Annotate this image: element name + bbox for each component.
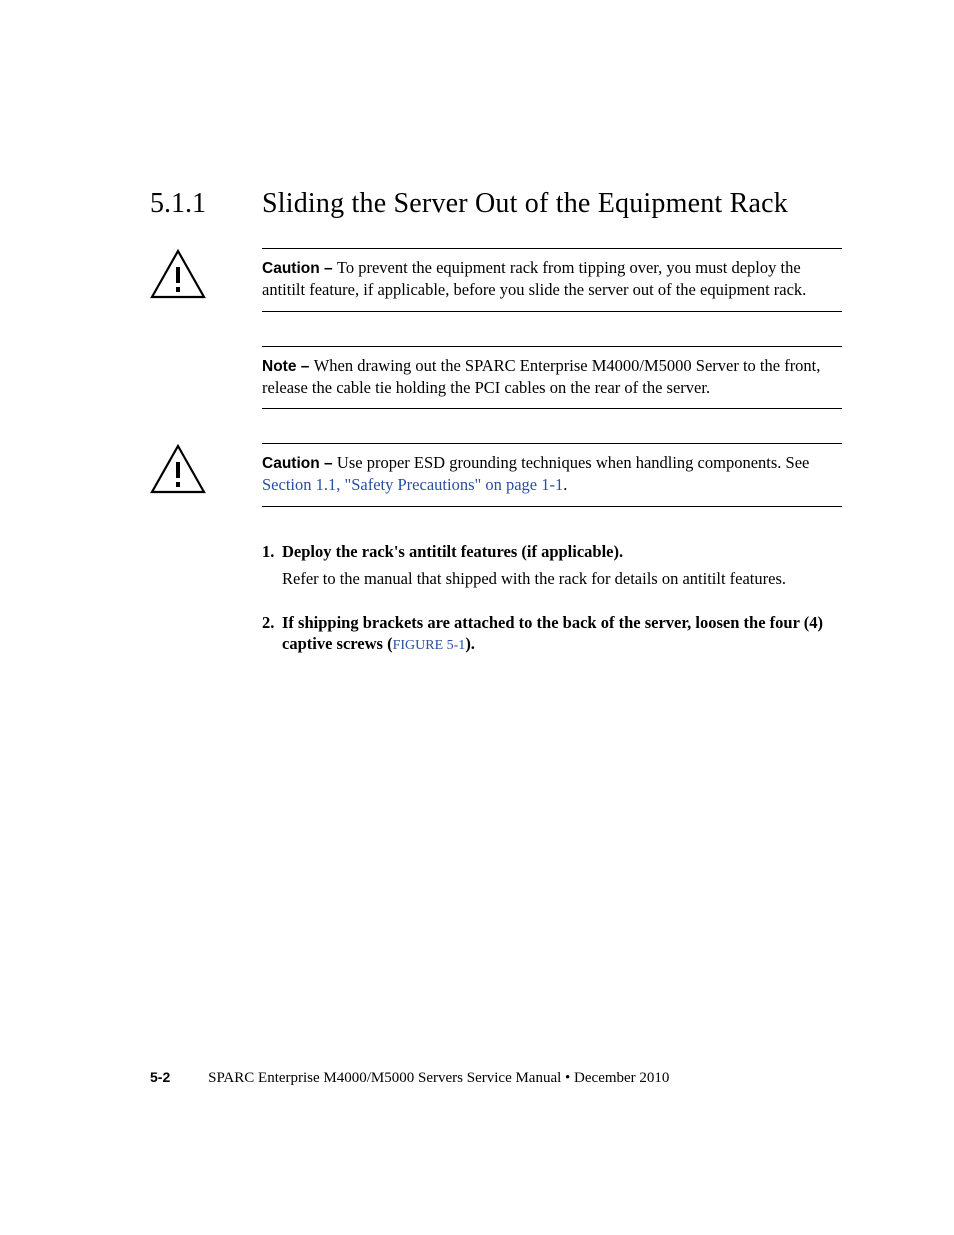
caution-icon [150,444,206,499]
body-column: Caution – To prevent the equipment rack … [262,248,842,655]
caution-text-after: . [563,475,567,494]
procedure-steps: 1. Deploy the rack's antitilt features (… [262,541,842,656]
content-area: 5.1.1 Sliding the Server Out of the Equi… [150,188,850,663]
step-1: 1. Deploy the rack's antitilt features (… [262,541,842,604]
section-heading: 5.1.1 Sliding the Server Out of the Equi… [150,188,850,220]
step-subtext: Refer to the manual that shipped with th… [282,568,842,589]
section-number: 5.1.1 [150,188,262,220]
caution-label: Caution – [262,455,337,472]
caution-text-before: Use proper ESD grounding techniques when… [337,453,809,472]
caution-block-1: Caution – To prevent the equipment rack … [262,248,842,312]
step-number: 2. [262,612,282,656]
page-footer: 5-2 SPARC Enterprise M4000/M5000 Servers… [150,1069,669,1087]
note-label: Note – [262,358,314,375]
footer-title: SPARC Enterprise M4000/M5000 Servers Ser… [208,1070,669,1086]
note-text: When drawing out the SPARC Enterprise M4… [262,356,820,397]
step-title-after: ). [465,634,475,653]
page: 5.1.1 Sliding the Server Out of the Equi… [0,0,954,1235]
figure-5-1-link[interactable]: FIGURE 5-1 [393,638,466,653]
note-block-1: Note – When drawing out the SPARC Enterp… [262,346,842,410]
caution-block-2: Caution – Use proper ESD grounding techn… [262,443,842,507]
step-title-before: If shipping brackets are attached to the… [282,613,823,653]
step-2: 2. If shipping brackets are attached to … [262,612,842,656]
caution-icon [150,249,206,304]
step-body: Deploy the rack's antitilt features (if … [282,541,842,604]
caution-label: Caution – [262,260,337,277]
step-title: Deploy the rack's antitilt features (if … [282,541,842,562]
page-number: 5-2 [150,1069,170,1085]
section-title: Sliding the Server Out of the Equipment … [262,188,788,220]
step-number: 1. [262,541,282,604]
step-body: If shipping brackets are attached to the… [282,612,842,656]
caution-text: To prevent the equipment rack from tippi… [262,258,806,299]
safety-precautions-link[interactable]: Section 1.1, "Safety Precautions" on pag… [262,475,563,494]
